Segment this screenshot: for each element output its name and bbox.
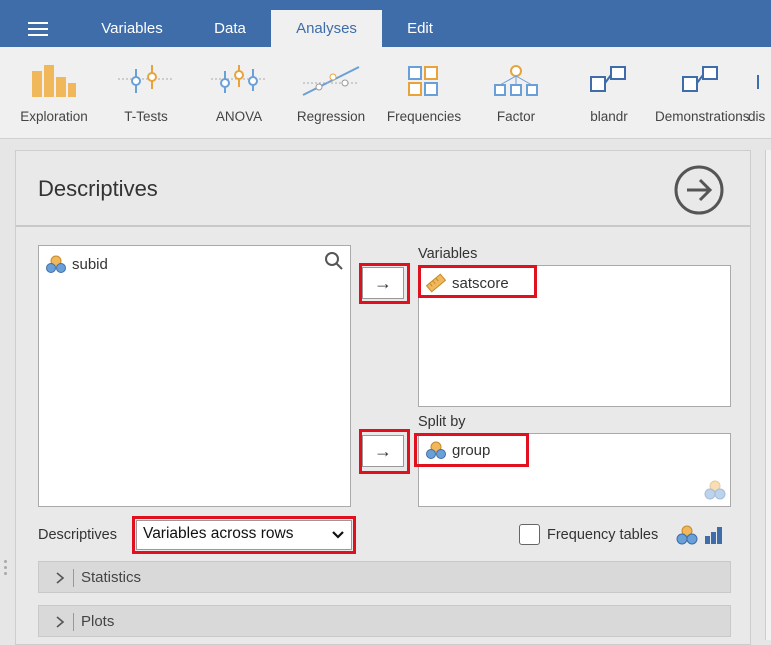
tab-analyses[interactable]: Analyses bbox=[271, 10, 382, 47]
ttests-icon bbox=[100, 63, 192, 97]
section-separator bbox=[73, 569, 74, 587]
splitby-label: Split by bbox=[418, 414, 466, 430]
nominal-icon bbox=[676, 525, 698, 550]
results-panel-edge bbox=[765, 150, 771, 640]
exploration-icon bbox=[8, 63, 100, 97]
plots-section[interactable]: Plots bbox=[38, 605, 731, 637]
variable-name: subid bbox=[72, 255, 108, 273]
top-menu-bar: Variables Data Analyses Edit bbox=[0, 0, 771, 47]
search-icon[interactable] bbox=[324, 251, 344, 276]
ribbon-dis-button[interactable]: dis bbox=[748, 63, 771, 124]
ribbon-demonstrations-button[interactable]: Demonstrations bbox=[655, 63, 750, 124]
ribbon-label: Regression bbox=[296, 109, 366, 124]
ribbon-label: Factor bbox=[496, 109, 536, 124]
variables-label: Variables bbox=[418, 246, 478, 262]
frequency-tables-label: Frequency tables bbox=[547, 527, 659, 543]
descriptives-label: Descriptives bbox=[38, 527, 117, 543]
anova-icon bbox=[193, 63, 285, 97]
ribbon-anova-button[interactable]: ANOVA bbox=[193, 63, 285, 124]
highlight-box bbox=[418, 265, 537, 298]
highlight-box bbox=[359, 429, 410, 474]
tab-data[interactable]: Data bbox=[190, 10, 270, 47]
frequency-tables-checkbox[interactable] bbox=[519, 524, 540, 545]
ribbon-blandr-button[interactable]: blandr bbox=[563, 63, 655, 124]
tab-edit[interactable]: Edit bbox=[384, 10, 456, 47]
hamburger-menu-icon[interactable] bbox=[28, 22, 48, 36]
chevron-right-icon bbox=[56, 616, 65, 628]
ribbon-label: ANOVA bbox=[215, 109, 263, 124]
highlight-box bbox=[359, 263, 410, 304]
tab-variables[interactable]: Variables bbox=[84, 10, 180, 47]
nominal-type-hint-icon bbox=[704, 480, 726, 505]
section-separator bbox=[73, 613, 74, 631]
module-icon bbox=[748, 63, 771, 97]
ribbon-regression-button[interactable]: Regression bbox=[285, 63, 377, 124]
chevron-right-icon bbox=[56, 572, 65, 584]
nominal-icon bbox=[46, 255, 66, 273]
frequencies-icon bbox=[378, 63, 470, 97]
ribbon-label: blandr bbox=[590, 109, 628, 124]
resize-grip-icon[interactable] bbox=[4, 560, 8, 578]
section-label: Statistics bbox=[81, 569, 142, 586]
ordinal-icon bbox=[704, 526, 724, 549]
title-divider bbox=[16, 225, 750, 227]
arrow-circle-icon bbox=[674, 165, 724, 215]
module-icon bbox=[563, 63, 655, 97]
statistics-section[interactable]: Statistics bbox=[38, 561, 731, 593]
module-icon bbox=[655, 63, 747, 97]
regression-icon bbox=[285, 63, 377, 97]
ribbon-label: dis bbox=[748, 109, 766, 124]
ribbon-factor-button[interactable]: Factor bbox=[470, 63, 562, 124]
source-variable-item[interactable]: subid bbox=[46, 255, 108, 273]
ribbon-label: Exploration bbox=[20, 109, 88, 124]
ribbon-frequencies-button[interactable]: Frequencies bbox=[378, 63, 470, 124]
ribbon-label: Demonstrations bbox=[655, 109, 750, 124]
ribbon-label: T-Tests bbox=[124, 109, 168, 124]
highlight-box bbox=[132, 516, 356, 554]
source-variable-list[interactable] bbox=[38, 245, 351, 507]
ribbon-exploration-button[interactable]: Exploration bbox=[8, 63, 100, 124]
analyses-ribbon: Exploration T-Tests ANOVA Regression Fre… bbox=[0, 47, 771, 139]
ribbon-ttests-button[interactable]: T-Tests bbox=[100, 63, 192, 124]
highlight-box bbox=[414, 433, 529, 467]
run-arrow-button[interactable] bbox=[673, 164, 725, 216]
section-label: Plots bbox=[81, 613, 115, 630]
factor-icon bbox=[470, 63, 562, 97]
ribbon-label: Frequencies bbox=[386, 109, 462, 124]
page-title: Descriptives bbox=[38, 176, 158, 201]
